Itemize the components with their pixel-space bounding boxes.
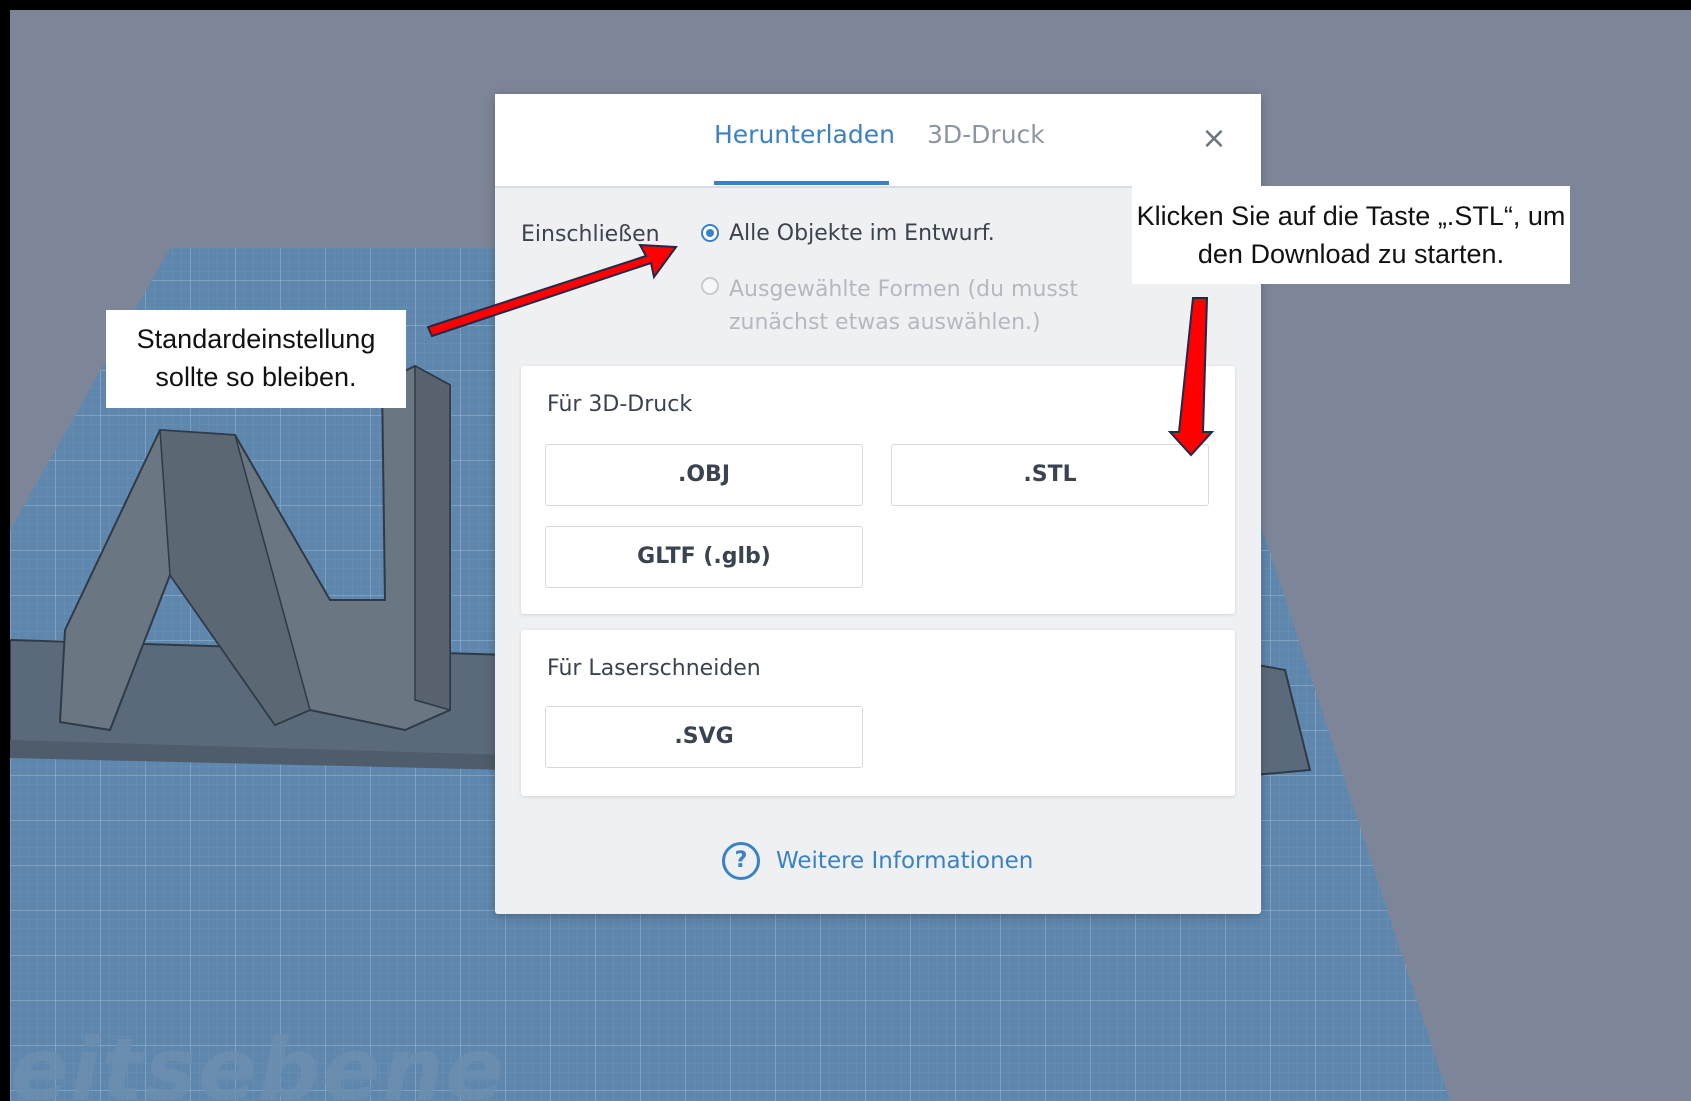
more-info-label[interactable]: Weitere Informationen	[776, 848, 1033, 874]
help-icon[interactable]: ?	[722, 842, 760, 880]
option-selected-shapes-label: Ausgewählte Formen (du musst zunächst et…	[729, 277, 1078, 335]
option-all-objects-label[interactable]: Alle Objekte im Entwurf.	[729, 221, 995, 246]
radio-all-objects[interactable]	[701, 224, 719, 242]
gltf-button[interactable]: GLTF (.glb)	[545, 526, 863, 588]
dialog-header: Herunterladen 3D-Druck ×	[495, 94, 1261, 188]
screen: eitsebene Herunterladen 3D-Druck × Einsc…	[0, 0, 1691, 1101]
close-icon[interactable]: ×	[1199, 124, 1229, 154]
include-label: Einschließen	[521, 222, 660, 247]
section-laser-cutting: Für Laserschneiden .SVG	[521, 630, 1235, 796]
obj-button[interactable]: .OBJ	[545, 444, 863, 506]
tab-herunterladen[interactable]: Herunterladen	[714, 120, 895, 149]
annotation-click-stl: Klicken Sie auf die Taste „.STL“, um den…	[1132, 186, 1570, 284]
section-laser-title: Für Laserschneiden	[547, 656, 761, 681]
radio-selected-shapes	[701, 277, 719, 295]
section-3d-print: Für 3D-Druck .OBJ .STL GLTF (.glb)	[521, 366, 1235, 614]
annotation-default-setting: Standardeinstellung sollte so bleiben.	[106, 310, 406, 408]
workplane-watermark: eitsebene	[10, 1020, 506, 1101]
tab-3d-druck[interactable]: 3D-Druck	[927, 120, 1045, 149]
section-3d-print-title: Für 3D-Druck	[547, 392, 693, 417]
active-tab-indicator	[714, 181, 889, 185]
left-black-border	[0, 0, 10, 1101]
top-black-border	[0, 0, 1691, 10]
stl-button[interactable]: .STL	[891, 444, 1209, 506]
svg-button[interactable]: .SVG	[545, 706, 863, 768]
